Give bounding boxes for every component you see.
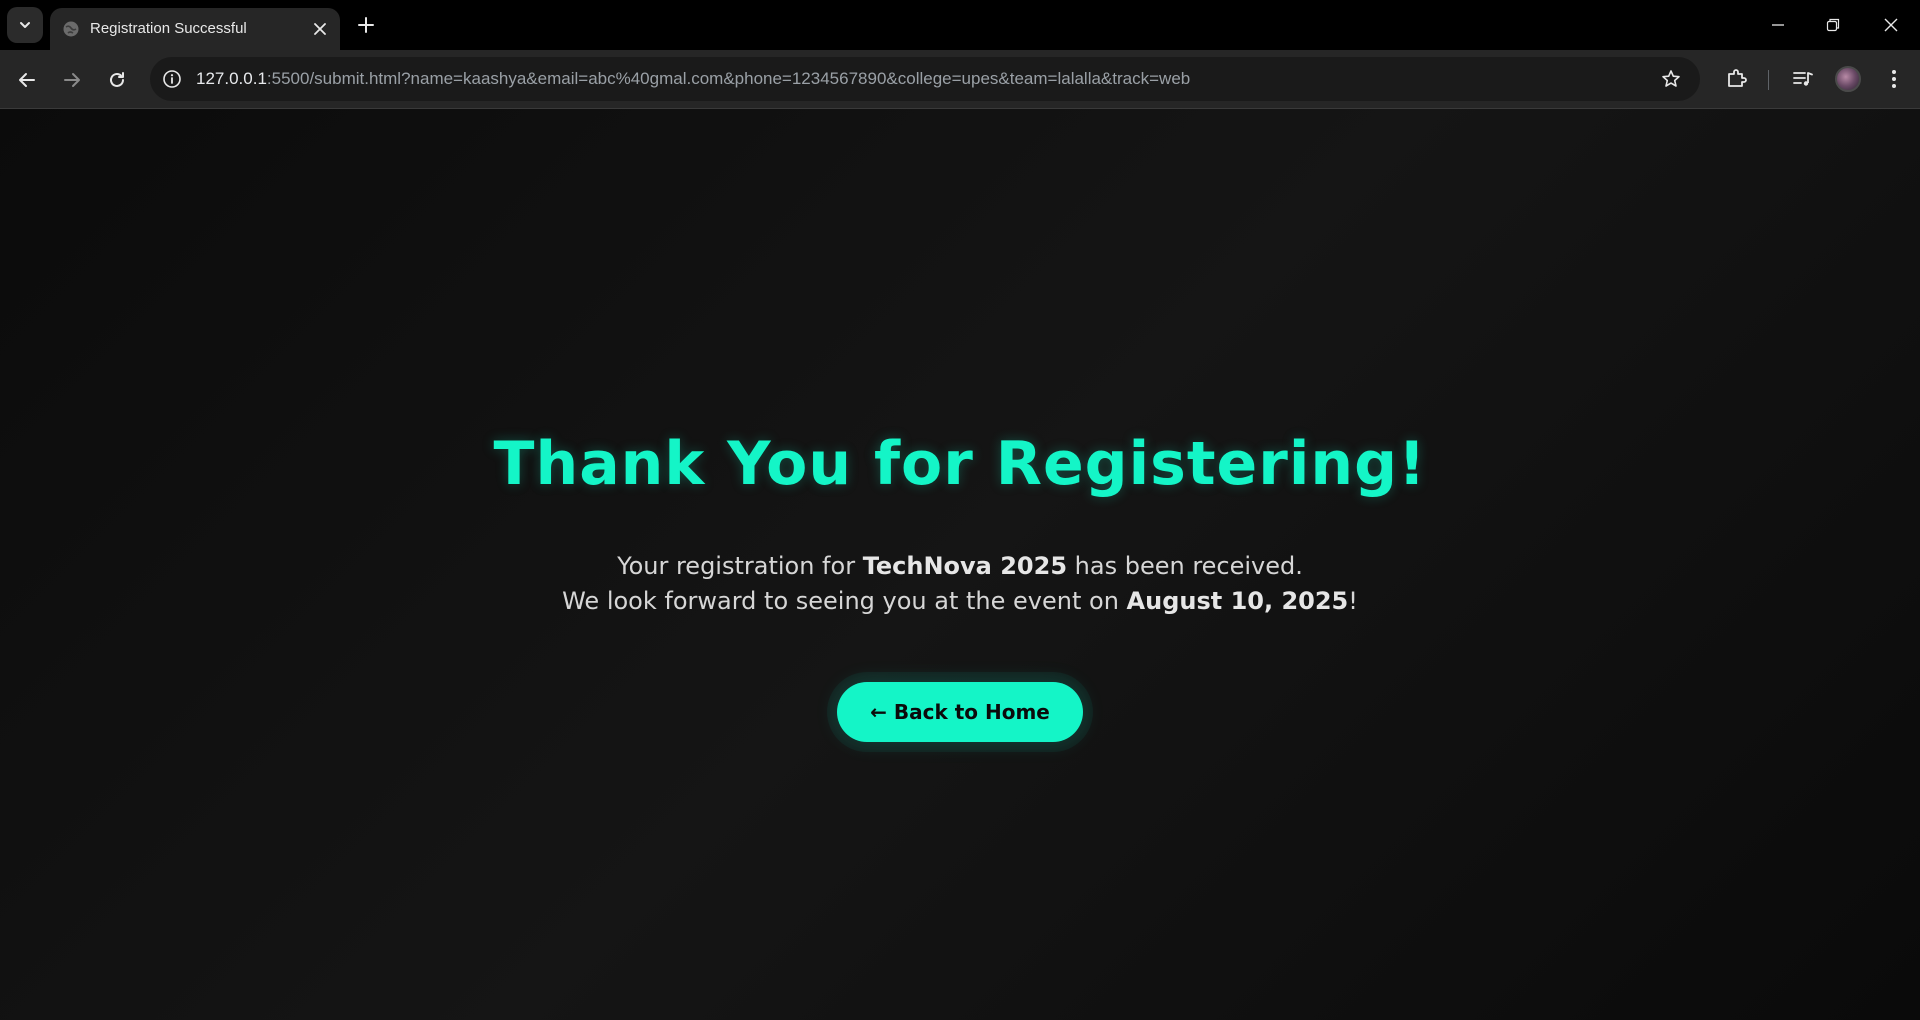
tab-close-button[interactable] xyxy=(310,19,330,39)
active-tab[interactable]: Registration Successful xyxy=(50,8,340,50)
url-host: 127.0.0.1 xyxy=(196,69,267,88)
url-text[interactable]: 127.0.0.1:5500/submit.html?name=kaashya&… xyxy=(196,69,1190,89)
message-line-2-post: ! xyxy=(1348,587,1358,615)
new-tab-button[interactable] xyxy=(354,13,378,37)
star-icon xyxy=(1662,70,1680,87)
extensions-button[interactable] xyxy=(1723,66,1749,92)
more-menu-button[interactable] xyxy=(1881,66,1907,92)
restore-icon xyxy=(1826,18,1840,32)
close-icon xyxy=(1884,18,1898,32)
media-control-icon xyxy=(1793,72,1813,86)
message-line-1-post: has been received. xyxy=(1067,552,1303,580)
close-icon xyxy=(314,23,326,35)
message-line-1: Your registration for TechNova 2025 has … xyxy=(0,549,1920,584)
bookmark-button[interactable] xyxy=(1660,68,1682,90)
minimize-icon xyxy=(1772,24,1784,26)
event-date: August 10, 2025 xyxy=(1126,587,1349,615)
close-window-button[interactable] xyxy=(1878,12,1904,38)
forward-arrow-icon xyxy=(64,73,80,87)
message-line-2: We look forward to seeing you at the eve… xyxy=(0,584,1920,619)
forward-button[interactable] xyxy=(59,67,85,93)
media-control-button[interactable] xyxy=(1790,66,1816,92)
info-icon xyxy=(163,70,181,88)
site-info-button[interactable] xyxy=(161,68,183,90)
event-name: TechNova 2025 xyxy=(862,552,1068,580)
chevron-down-icon xyxy=(20,22,30,28)
tab-strip: Registration Successful xyxy=(0,0,1920,50)
page-body: Thank You for Registering! Your registra… xyxy=(0,109,1920,1020)
address-bar[interactable]: 127.0.0.1:5500/submit.html?name=kaashya&… xyxy=(150,57,1700,101)
minimize-button[interactable] xyxy=(1765,12,1791,38)
plus-icon xyxy=(358,17,374,33)
reload-icon xyxy=(110,72,124,87)
back-to-home-button[interactable]: ← Back to Home xyxy=(837,682,1083,742)
restore-button[interactable] xyxy=(1820,12,1846,38)
back-arrow-icon xyxy=(19,73,35,87)
more-menu-icon xyxy=(1892,70,1896,88)
message-line-2-pre: We look forward to seeing you at the eve… xyxy=(562,587,1127,615)
extensions-icon xyxy=(1728,69,1747,87)
profile-avatar[interactable] xyxy=(1835,66,1861,92)
tab-list-button[interactable] xyxy=(7,7,43,43)
browser-toolbar: 127.0.0.1:5500/submit.html?name=kaashya&… xyxy=(0,50,1920,109)
page-title: Thank You for Registering! xyxy=(493,429,1427,499)
toolbar-separator xyxy=(1768,70,1769,90)
confirmation-message: Your registration for TechNova 2025 has … xyxy=(0,549,1920,619)
url-path: :5500/submit.html?name=kaashya&email=abc… xyxy=(266,69,1191,88)
tab-title: Registration Successful xyxy=(90,20,247,37)
reload-button[interactable] xyxy=(104,67,130,93)
globe-icon xyxy=(63,21,79,37)
back-button[interactable] xyxy=(14,67,40,93)
message-line-1-pre: Your registration for xyxy=(617,552,863,580)
